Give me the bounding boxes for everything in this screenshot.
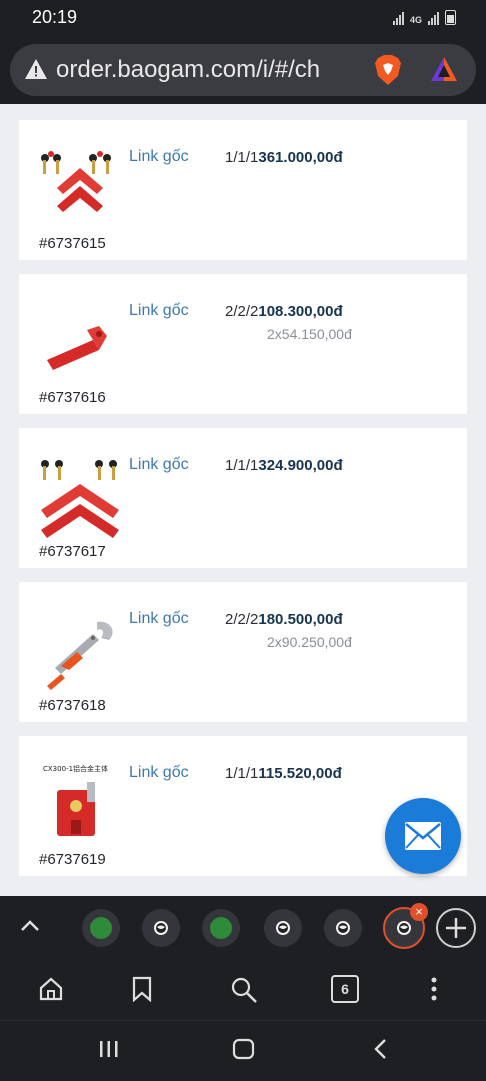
signal-icon-2 — [428, 11, 439, 25]
tab-thumb[interactable] — [324, 909, 362, 947]
total-price: 115.520,00đ — [258, 765, 342, 782]
signal-icon — [392, 11, 404, 25]
source-link[interactable]: Link gốc — [129, 148, 189, 166]
browser-toolbar: order.baogam.com/i/#/ch — [0, 36, 486, 104]
quantity-label: 1/1/1 — [225, 765, 259, 782]
plus-icon — [446, 918, 466, 938]
tab-thumb[interactable] — [264, 909, 302, 947]
quantity-price: 1/1/1115.520,00đ — [225, 765, 342, 782]
tab-count-button[interactable]: 6 — [331, 975, 359, 1003]
quantity-label: 2/2/2 — [225, 303, 259, 320]
item-id: #6737618 — [39, 697, 106, 714]
globe-icon — [336, 921, 350, 935]
total-price: 324.900,00đ — [258, 457, 343, 474]
quantity-price: 2/2/2180.500,00đ — [225, 611, 343, 628]
order-item-card: Link gốc 2/2/2108.300,00đ 2x54.150,00đ #… — [19, 274, 467, 414]
tab-thumb[interactable] — [82, 909, 120, 947]
brave-shields-icon[interactable] — [374, 54, 402, 86]
warning-icon[interactable] — [24, 58, 48, 80]
system-nav-bar — [0, 1020, 486, 1081]
globe-icon — [154, 921, 168, 935]
bookmark-icon[interactable] — [132, 976, 152, 1002]
source-link[interactable]: Link gốc — [129, 456, 189, 474]
back-nav-icon[interactable] — [372, 1038, 388, 1060]
status-icons: 4G — [392, 10, 456, 25]
site-favicon — [90, 917, 112, 939]
tab-thumb[interactable] — [202, 909, 240, 947]
search-icon[interactable] — [230, 976, 258, 1004]
product-image-cx300-clamp[interactable]: CX300-1铝合金主体 — [37, 762, 123, 848]
item-id: #6737617 — [39, 543, 106, 560]
close-tab-icon[interactable]: × — [410, 903, 428, 921]
address-bar[interactable]: order.baogam.com/i/#/ch — [10, 44, 476, 96]
recent-apps-icon[interactable] — [98, 1039, 120, 1059]
battery-icon — [445, 10, 456, 25]
item-id: #6737616 — [39, 389, 106, 406]
quantity-label: 1/1/1 — [225, 149, 259, 166]
source-link[interactable]: Link gốc — [129, 764, 189, 782]
home-icon[interactable] — [38, 976, 64, 1002]
source-link[interactable]: Link gốc — [129, 302, 189, 320]
tab-thumb[interactable] — [142, 909, 180, 947]
product-image-corner-clamps[interactable] — [37, 454, 123, 540]
bottom-toolbar: 6 — [0, 960, 486, 1020]
total-price: 180.500,00đ — [258, 611, 343, 628]
rewards-triangle-icon[interactable] — [430, 56, 458, 82]
mail-button[interactable] — [385, 798, 461, 874]
quantity-label: 2/2/2 — [225, 611, 259, 628]
site-favicon — [210, 917, 232, 939]
envelope-icon — [405, 822, 441, 850]
quantity-price: 2/2/2108.300,00đ — [225, 303, 343, 320]
status-time: 20:19 — [32, 7, 78, 27]
order-list[interactable]: Link gốc 1/1/1361.000,00đ #6737615 Link … — [0, 104, 486, 896]
quantity-label: 1/1/1 — [225, 457, 259, 474]
product-image-corner-clamps[interactable] — [37, 146, 123, 232]
product-image-red-bracket[interactable] — [37, 300, 123, 386]
unit-price: 2x54.150,00đ — [267, 326, 352, 342]
globe-icon — [276, 921, 290, 935]
globe-icon — [397, 921, 411, 935]
total-price: 361.000,00đ — [258, 149, 343, 166]
order-item-card: Link gốc 1/1/1324.900,00đ #6737617 — [19, 428, 467, 568]
quantity-price: 1/1/1361.000,00đ — [225, 149, 343, 166]
new-tab-button[interactable] — [436, 908, 476, 948]
source-link[interactable]: Link gốc — [129, 610, 189, 628]
chevron-up-icon[interactable] — [20, 918, 40, 932]
image-caption: CX300-1铝合金主体 — [43, 764, 108, 773]
total-price: 108.300,00đ — [258, 303, 343, 320]
product-image-locking-pliers[interactable] — [37, 608, 123, 694]
item-id: #6737619 — [39, 851, 106, 868]
more-menu-icon[interactable] — [430, 976, 438, 1002]
home-nav-icon[interactable] — [232, 1037, 256, 1061]
network-label: 4G — [409, 15, 422, 25]
status-bar: 20:19 4G — [0, 0, 486, 36]
unit-price: 2x90.250,00đ — [267, 634, 352, 650]
quantity-price: 1/1/1324.900,00đ — [225, 457, 343, 474]
order-item-card: Link gốc 1/1/1361.000,00đ #6737615 — [19, 120, 467, 260]
order-item-card: Link gốc 2/2/2180.500,00đ 2x90.250,00đ #… — [19, 582, 467, 722]
item-id: #6737615 — [39, 235, 106, 252]
url-text[interactable]: order.baogam.com/i/#/ch — [56, 56, 366, 84]
